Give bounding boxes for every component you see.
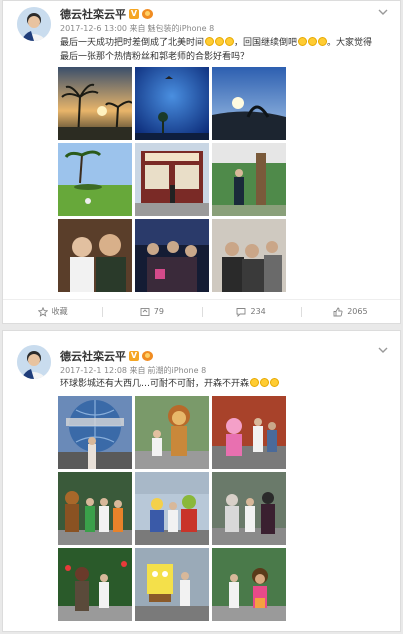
comment-count: 234 bbox=[250, 307, 266, 316]
photo-grid bbox=[58, 67, 286, 292]
post-time[interactable]: 2017-12-1 12:08 bbox=[60, 366, 127, 375]
post-text-line-2: 最后一张那个热情粉丝和郭老师的合影好看吗？ bbox=[60, 52, 250, 62]
author-name[interactable]: 德云社栾云平 bbox=[60, 6, 126, 22]
post-meta: 2017-12-1 12:08 来自 前潮的iPhone 8 bbox=[60, 365, 206, 376]
author-name-row: 德云社栾云平 V bbox=[60, 6, 153, 22]
photo-bridge[interactable] bbox=[212, 67, 286, 140]
emoji-icon bbox=[269, 378, 279, 387]
comment-icon bbox=[237, 307, 246, 317]
photo-scooby-characters[interactable] bbox=[58, 472, 132, 545]
photo-dora-character[interactable] bbox=[212, 548, 286, 621]
post-text-line-1c: 。大家觉得 bbox=[327, 38, 373, 48]
weibo-post-2: 德云社栾云平 V 2017-12-1 12:08 来自 前潮的iPhone 8 环… bbox=[2, 330, 401, 632]
photo-two-men[interactable] bbox=[58, 219, 132, 292]
emoji-icon bbox=[259, 378, 269, 387]
repost-button[interactable]: 79 bbox=[102, 300, 201, 323]
post-text-line-1: 环球影城还有大西几…可耐不可耐，开森不开森 bbox=[60, 379, 250, 389]
verified-badge-icon: V bbox=[129, 9, 139, 19]
photo-witch-characters[interactable] bbox=[212, 472, 286, 545]
post-actions-bar: 收藏 79 234 2065 bbox=[3, 299, 400, 323]
photo-storefront[interactable] bbox=[135, 143, 209, 216]
repost-count: 79 bbox=[153, 307, 164, 316]
like-count: 2065 bbox=[347, 307, 368, 316]
author-avatar[interactable] bbox=[17, 345, 51, 379]
level-badge-icon bbox=[142, 351, 153, 361]
post-meta: 2017-12-6 13:00 来自 魅包装的iPhone 8 bbox=[60, 23, 214, 34]
emoji-icon bbox=[214, 37, 224, 46]
weibo-post-1: 德云社栾云平 V 2017-12-6 13:00 来自 魅包装的iPhone 8 … bbox=[2, 0, 401, 324]
source-prefix: 来自 bbox=[129, 24, 146, 33]
photo-universal-globe[interactable] bbox=[58, 396, 132, 469]
chevron-down-icon[interactable] bbox=[377, 344, 389, 356]
emoji-icon bbox=[297, 37, 307, 46]
author-name-row: 德云社栾云平 V bbox=[60, 348, 153, 364]
emoji-icon bbox=[307, 37, 317, 46]
chevron-down-icon[interactable] bbox=[377, 6, 389, 18]
source-prefix: 来自 bbox=[129, 366, 146, 375]
photo-christmas-characters[interactable] bbox=[58, 548, 132, 621]
star-icon bbox=[37, 306, 48, 317]
comment-button[interactable]: 234 bbox=[201, 300, 301, 323]
post-text-line-1: 最后一天成功把时差倒成了北美时间 bbox=[60, 38, 205, 48]
emoji-icon bbox=[249, 378, 259, 387]
author-name[interactable]: 德云社栾云平 bbox=[60, 348, 126, 364]
post-device: 前潮的iPhone 8 bbox=[147, 366, 207, 375]
post-time[interactable]: 2017-12-6 13:00 bbox=[60, 24, 127, 33]
favorite-button[interactable]: 收藏 bbox=[3, 300, 102, 323]
post-text: 环球影城还有大西几…可耐不可耐，开森不开森 bbox=[60, 377, 396, 391]
verified-badge-icon: V bbox=[129, 351, 139, 361]
like-button[interactable]: 2065 bbox=[300, 300, 400, 323]
photo-lion-character[interactable] bbox=[135, 396, 209, 469]
emoji-icon bbox=[224, 37, 234, 46]
photo-palm-person[interactable] bbox=[212, 143, 286, 216]
emoji-icon bbox=[204, 37, 214, 46]
photo-spongebob[interactable] bbox=[135, 548, 209, 621]
post-text-line-1b: ，回国继续倒吧 bbox=[234, 38, 298, 48]
repost-icon bbox=[140, 307, 150, 316]
author-avatar[interactable] bbox=[17, 7, 51, 41]
post-text: 最后一天成功把时差倒成了北美时间 ，回国继续倒吧 。大家觉得 最后一张那个热情粉丝和… bbox=[60, 36, 396, 64]
photo-pink-character[interactable] bbox=[212, 396, 286, 469]
photo-grid bbox=[58, 396, 286, 621]
photo-night-crowd[interactable] bbox=[135, 219, 209, 292]
emoji-icon bbox=[317, 37, 327, 46]
photo-golf-field[interactable] bbox=[58, 143, 132, 216]
photo-shrek-characters[interactable] bbox=[135, 472, 209, 545]
photo-blue-sky[interactable] bbox=[135, 67, 209, 140]
photo-indoor-group[interactable] bbox=[212, 219, 286, 292]
favorite-label: 收藏 bbox=[51, 307, 68, 316]
level-badge-icon bbox=[142, 9, 153, 19]
photo-palm-sunset[interactable] bbox=[58, 67, 132, 140]
thumbs-up-icon bbox=[333, 307, 343, 316]
post-device: 魅包装的iPhone 8 bbox=[147, 24, 215, 33]
